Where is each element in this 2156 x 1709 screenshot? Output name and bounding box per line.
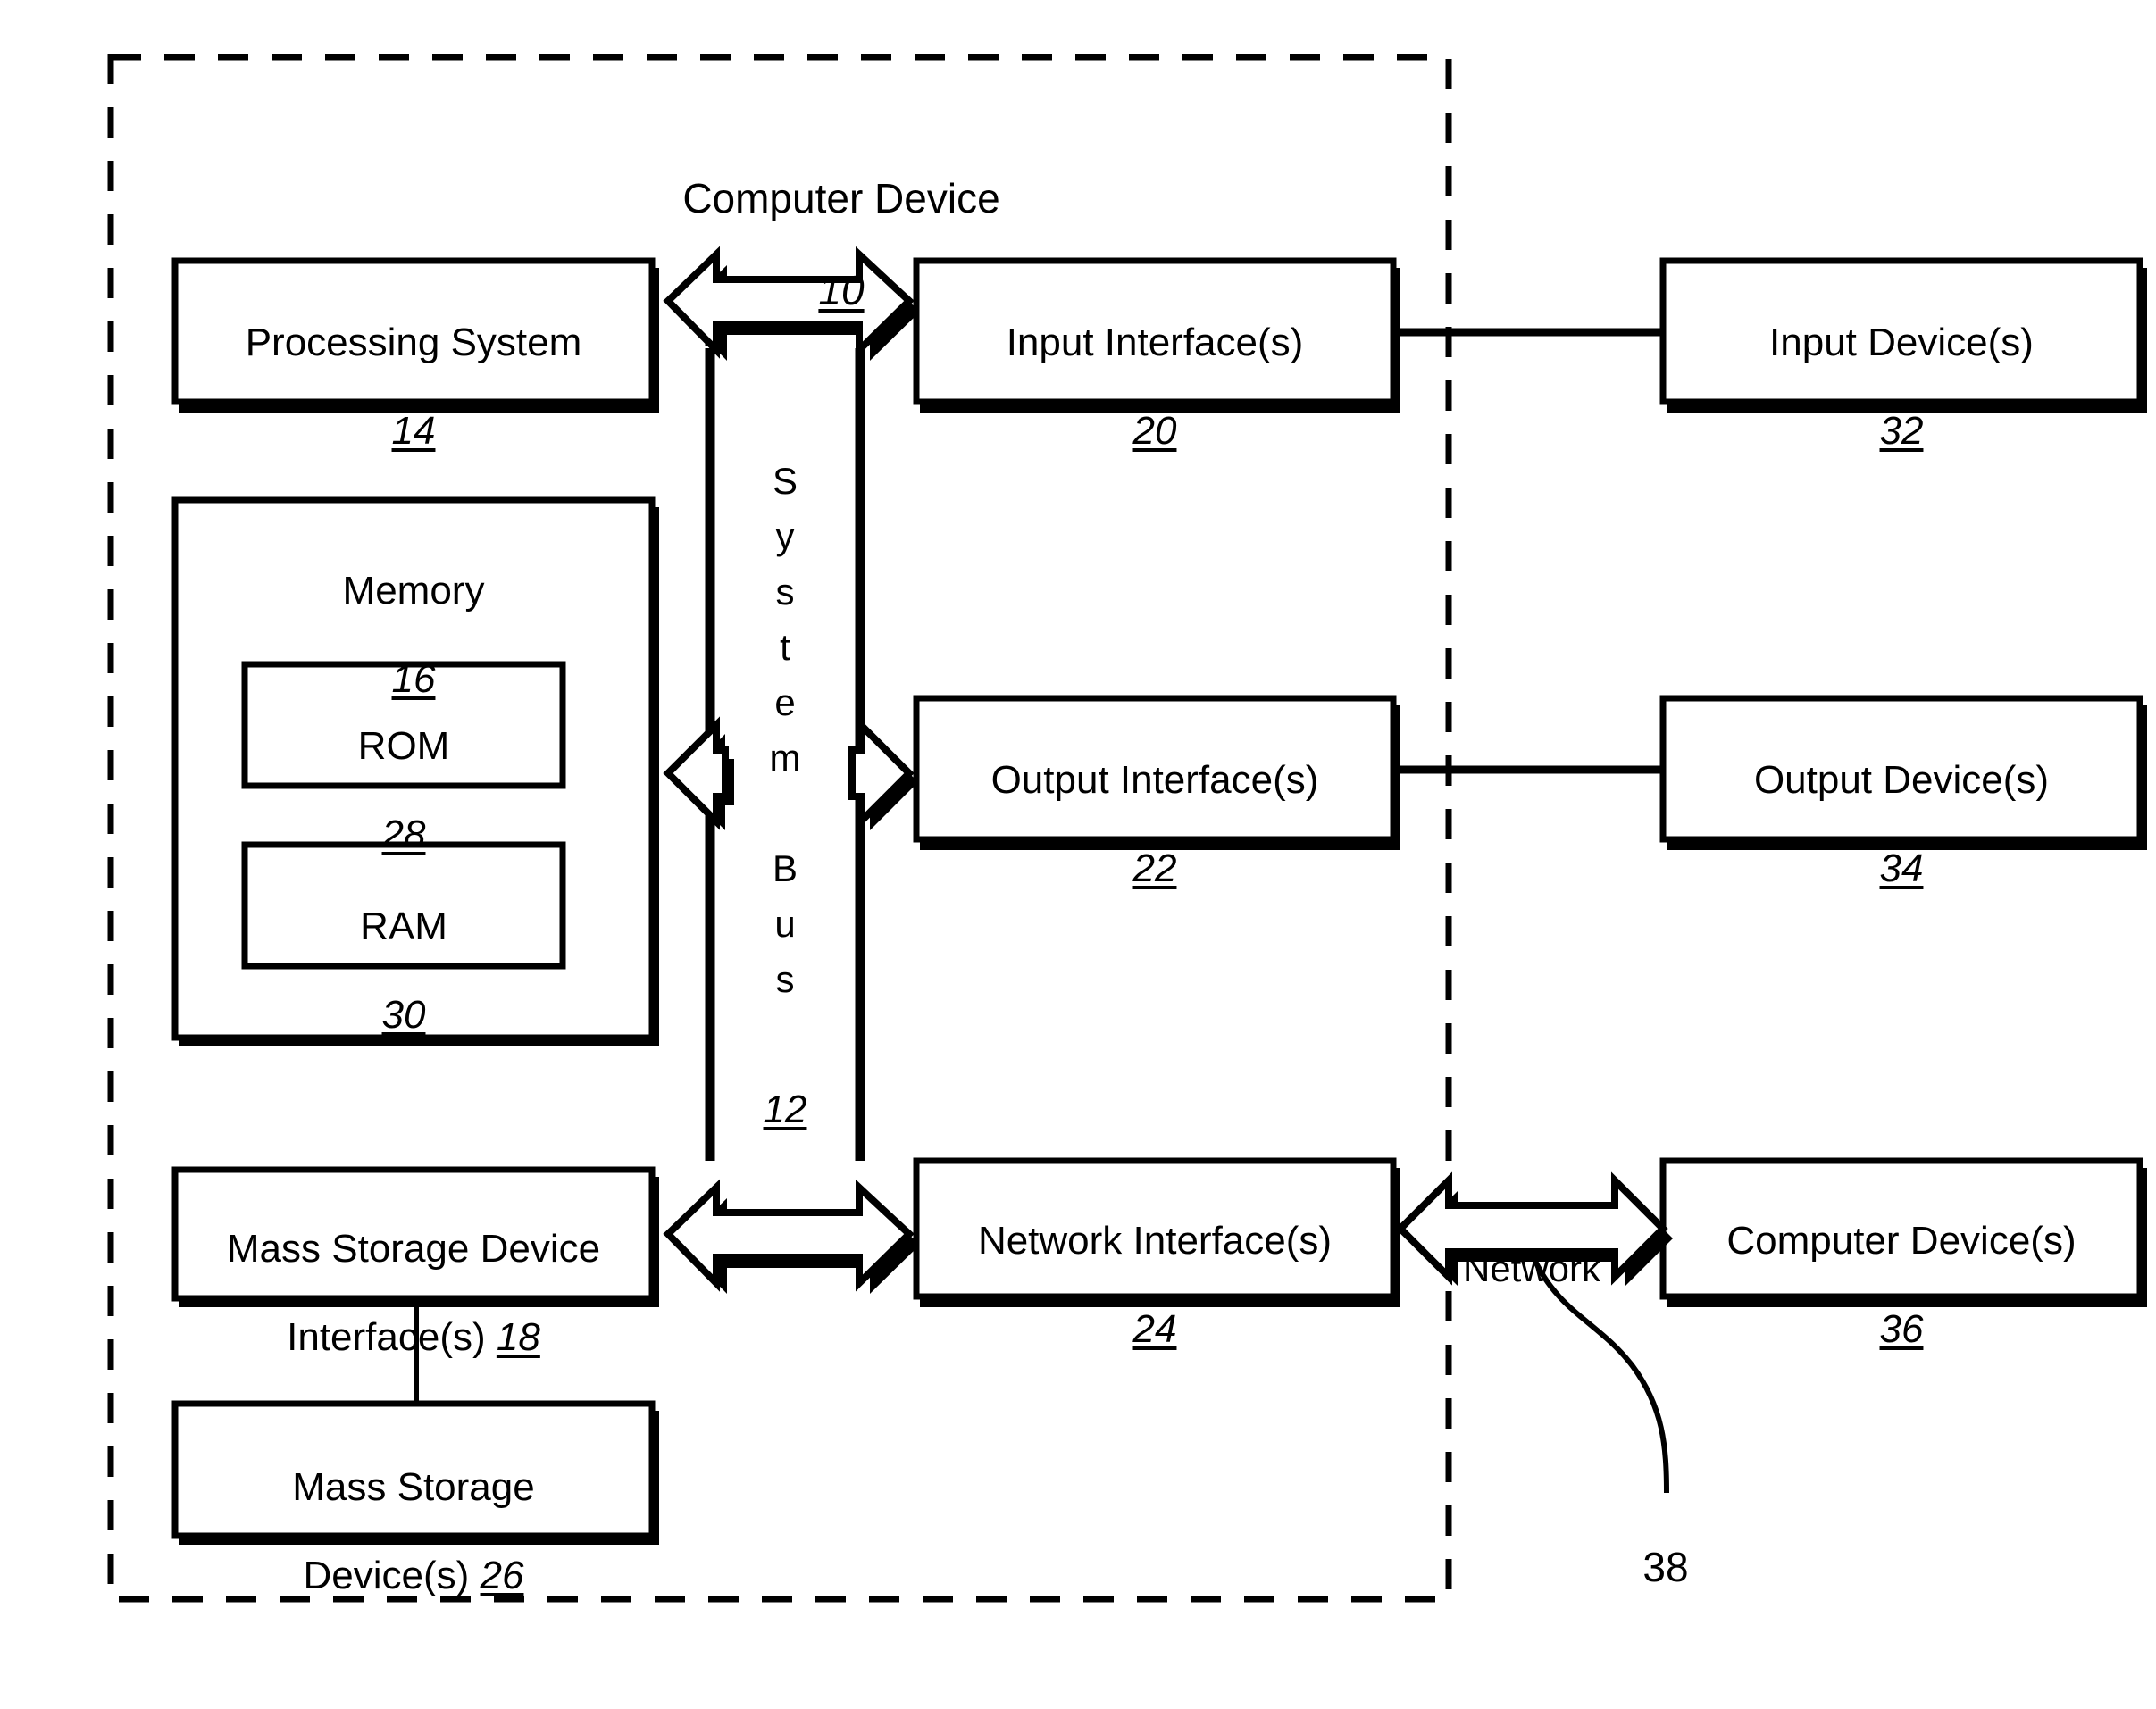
box-outlines [171,257,2143,1539]
box-mass-storage-device [171,1400,656,1539]
box-input-device [1659,257,2143,405]
bus-arrow-memory [663,716,734,830]
box-output-device [1659,695,2143,843]
box-network-interface [913,1157,1397,1300]
box-output-interface [913,695,1397,843]
box-input-interface [913,257,1397,405]
box-ram [241,841,566,970]
diagram-vector-layer [107,54,2147,1603]
box-computer-devices [1659,1157,2143,1300]
box-rom [241,661,566,789]
box-processing-system [171,257,656,405]
bus-arrow-storage-network [663,1179,920,1294]
network-link-arrow [1395,1171,1673,1287]
device-connectors [1399,328,1668,774]
patent-figure: Computer Device 10 Processing System 14 … [0,0,2156,1709]
network-ref-leader-line [1530,1254,1669,1494]
box-mass-storage-interface [171,1166,656,1302]
bus-arrow-output-interface [848,716,918,830]
